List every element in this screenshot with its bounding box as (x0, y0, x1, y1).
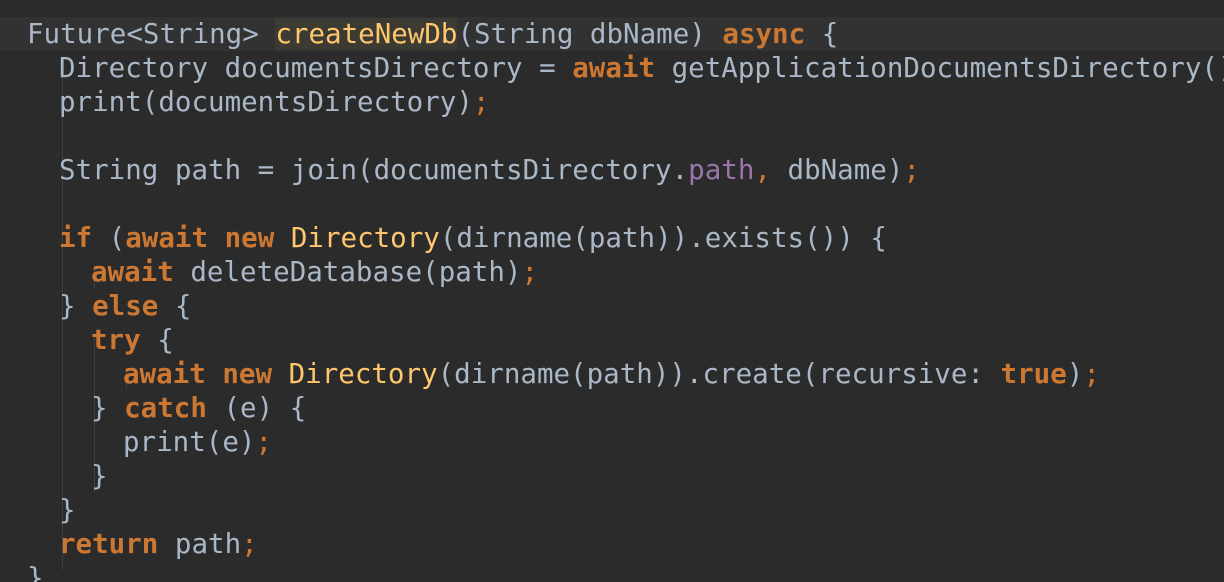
keyword-if: if (59, 222, 93, 254)
keyword-new: new (222, 358, 273, 390)
keyword-else: else (92, 290, 159, 322)
code-line-7[interactable]: if (await new Directory(dirname(path)).e… (59, 221, 887, 255)
semicolon: ; (1083, 358, 1100, 390)
code-line-17[interactable]: } (27, 561, 44, 582)
code-token: Future<String> (27, 18, 276, 50)
keyword-await: await (572, 52, 656, 84)
code-token: (dirname(path)).create(recursive: (437, 358, 1001, 390)
comma: , (754, 154, 771, 186)
keyword-await: await (123, 358, 206, 390)
code-editor[interactable]: Future<String> createNewDb(String dbName… (0, 0, 1224, 582)
keyword-return: return (59, 528, 159, 560)
class-directory: Directory (290, 222, 440, 254)
code-token: (e) { (206, 392, 307, 424)
keyword-await: await (125, 222, 209, 254)
code-line-1[interactable]: Future<String> createNewDb(String dbName… (0, 17, 1224, 51)
code-line-10[interactable]: try { (91, 323, 174, 357)
semicolon: ; (903, 154, 920, 186)
code-token: getApplicationDocumentsDirectory() (655, 52, 1224, 84)
code-line-15[interactable]: } (59, 493, 76, 527)
code-token: print(documentsDirectory) (59, 86, 473, 118)
code-line-11[interactable]: await new Directory(dirname(path)).creat… (123, 357, 1100, 391)
code-line-12[interactable]: } catch (e) { (91, 391, 306, 425)
code-line-13[interactable]: print(e); (123, 425, 272, 459)
semicolon: ; (472, 86, 490, 118)
code-line-5[interactable]: String path = join(documentsDirectory.pa… (59, 153, 920, 187)
code-token: { (140, 324, 174, 356)
code-token: ( (92, 222, 126, 254)
keyword-await: await (91, 256, 174, 288)
code-line-8[interactable]: await deleteDatabase(path); (91, 255, 538, 289)
code-line-14[interactable]: } (91, 459, 108, 493)
code-token: } (59, 494, 76, 526)
keyword-async: async (722, 18, 806, 50)
function-name: createNewDb (275, 18, 458, 50)
code-token: (dirname(path)).exists()) { (439, 222, 887, 254)
code-token: (String dbName) (457, 18, 723, 50)
code-token: } (59, 290, 93, 322)
keyword-try: try (91, 324, 141, 356)
semicolon: ; (241, 528, 258, 560)
code-line-16[interactable]: return path; (59, 527, 258, 561)
keyword-true: true (1000, 358, 1067, 390)
code-token: path (158, 528, 242, 560)
code-token: } (91, 460, 108, 492)
code-token: Directory documentsDirectory = (59, 52, 573, 84)
code-token: String path = join(documentsDirectory. (59, 154, 689, 186)
code-line-3[interactable]: print(documentsDirectory); (59, 85, 489, 119)
code-line-9[interactable]: } else { (59, 289, 191, 323)
code-token: { (158, 290, 192, 322)
property-path: path (688, 154, 755, 186)
code-token: { (805, 18, 839, 50)
code-token: dbName) (770, 154, 904, 186)
keyword-catch: catch (124, 392, 207, 424)
semicolon: ; (521, 256, 539, 288)
code-line-2[interactable]: Directory documentsDirectory = await get… (59, 51, 1224, 85)
semicolon: ; (255, 426, 273, 458)
code-token: } (91, 392, 125, 424)
code-token: print(e) (123, 426, 256, 458)
class-directory: Directory (288, 358, 438, 390)
code-token: deleteDatabase(path) (173, 256, 522, 288)
keyword-new: new (224, 222, 275, 254)
code-token: } (27, 562, 44, 582)
code-token: ) (1066, 358, 1084, 390)
